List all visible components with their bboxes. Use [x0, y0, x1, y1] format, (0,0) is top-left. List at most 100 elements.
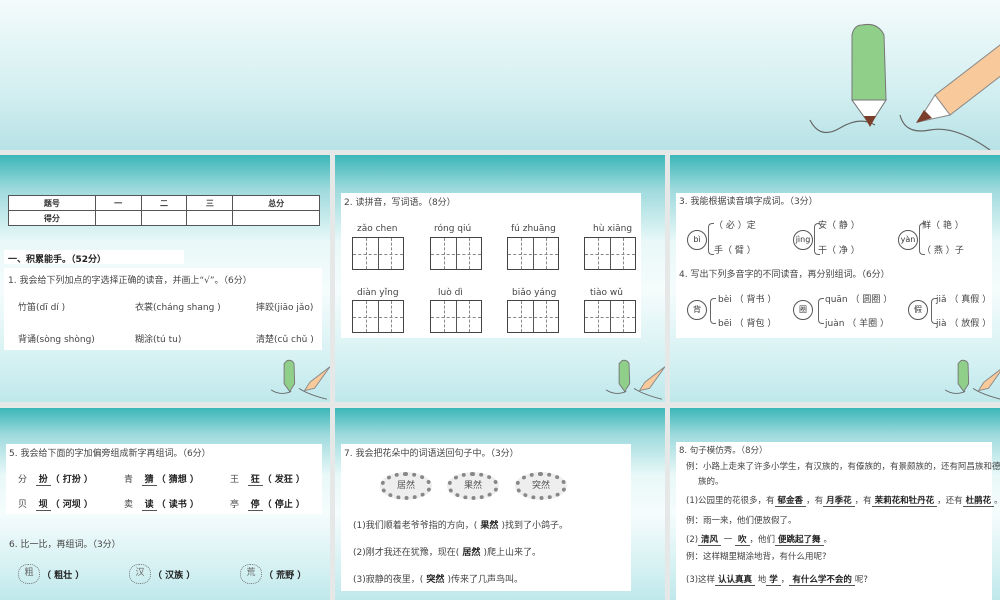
fill-word: 干（ 净 ）	[818, 246, 860, 256]
sentence-text: ，还有	[937, 496, 963, 506]
sentence: (3)寂静的夜里，( 突然 )传来了几声鸟叫。	[353, 572, 523, 585]
pinyin-label: zǎo chen	[357, 224, 398, 234]
writing-grid[interactable]	[352, 300, 404, 333]
pinyin-item: 背诵(sòng shòng)	[18, 335, 95, 345]
question-1: 1. 我会给下列加点的字选择正确的读音，并画上“√”。（6分）	[8, 276, 252, 286]
slide-4[interactable]: 5. 我会给下面的字加偏旁组成新字再组词。（6分） 分 扮（ 打扮 ） 青 猜（…	[0, 408, 330, 600]
answer-char: 停	[247, 500, 263, 511]
sentence-answer: 突然	[423, 575, 448, 585]
flower-char: 汉	[129, 564, 151, 584]
slide-5[interactable]: 7. 我会把花朵中的词语送回句子中。（3分） 居然 果然 突然 (1)我们顺着老…	[335, 408, 665, 600]
writing-grid[interactable]	[430, 237, 482, 270]
fill-word: 手（ 臂 ）	[714, 246, 756, 256]
polyphone-word: jià （ 放假 ）	[936, 319, 992, 329]
sentence-1: (1)公园里的花很多，有郁金香，有月季花，有茉莉花和牡丹花，还有杜鹃花。	[686, 494, 1000, 507]
sentence-text: ，有	[806, 496, 824, 506]
answer-word: （ 猜想 ）	[156, 475, 199, 485]
sentence-answer: 有什么学不会的	[789, 575, 855, 586]
pinyin-label: tiào wǔ	[590, 288, 623, 298]
sentence-text: )找到了小鸽子。	[501, 521, 569, 531]
base-char: 贝	[18, 500, 28, 510]
table-header: 一	[94, 195, 142, 211]
table-header: 二	[140, 195, 188, 211]
sentence-text: 。	[994, 496, 1000, 506]
sentence-text: ，有	[854, 496, 872, 506]
character-apple: 背	[687, 300, 707, 320]
fill-word: （ 必 ）定	[714, 221, 756, 231]
pencils-illustration	[942, 355, 1000, 400]
question-3: 3. 我能根据读音填字成词。（3分）	[679, 197, 818, 207]
example-text: 例：小路上走来了许多小学生，有汉族的，有傣族的，有景颇族的，还有阿昌族和德昂	[686, 462, 1000, 472]
radical-row-item: 分 扮（ 打扮 ）	[18, 472, 93, 486]
sentence: (2)刚才我还在犹豫，现在( 居然 )爬上山来了。	[353, 545, 541, 558]
slide-1[interactable]: 题号 一 二 三 总分 得分 一、积累能手。（52分） 1. 我会给下列加点的字…	[0, 155, 330, 402]
sentence-2: (2) 清风 一 吹，他们 便跳起了舞。	[686, 533, 832, 546]
row-label: 得分	[8, 210, 96, 226]
word-flower: 果然	[447, 472, 499, 500]
sentence-text: )传来了几声鸟叫。	[447, 575, 524, 585]
writing-grid[interactable]	[352, 237, 404, 270]
pinyin-item: 摔跤(jiāo jǎo)	[256, 303, 314, 313]
writing-grid[interactable]	[584, 300, 636, 333]
answer-word: （ 停止 ）	[262, 500, 305, 510]
answer-word: （ 发狂 ）	[262, 475, 305, 485]
sentence-text: 呢?	[854, 575, 868, 585]
pinyin-label: fú zhuāng	[511, 224, 556, 234]
answer-word: （ 读书 ）	[156, 500, 199, 510]
sentence-answer: 认认真真	[715, 575, 756, 586]
sentence-text: (3)寂静的夜里，(	[353, 575, 424, 585]
title-banner	[0, 0, 1000, 150]
example-text: 例：这样糊里糊涂地背，有什么用呢?	[686, 552, 827, 562]
pinyin-label: biǎo yáng	[512, 288, 557, 298]
question-5: 5. 我会给下面的字加偏旁组成新字再组词。（6分）	[9, 449, 211, 459]
sentence-text: (2)刚才我还在犹豫，现在(	[353, 548, 460, 558]
sentence-answer: 居然	[459, 548, 484, 558]
pinyin-item: 衣裳(cháng shang )	[135, 303, 221, 313]
answer-char: 读	[141, 500, 157, 511]
table-header: 总分	[232, 195, 320, 211]
base-char: 卖	[124, 500, 134, 510]
sentence-text: )爬上山来了。	[483, 548, 542, 558]
slide-2[interactable]: 2. 读拼音，写词语。（8分） zǎo chen róng qiú fú zhu…	[335, 155, 665, 402]
brace	[710, 298, 716, 324]
polyphone-word: juàn （ 羊圈 ）	[825, 319, 890, 329]
compare-word: （ 汉族 ）	[153, 571, 196, 581]
base-char: 王	[230, 475, 240, 485]
writing-grid[interactable]	[507, 300, 559, 333]
brace	[818, 298, 824, 324]
answer-char: 坝	[35, 500, 51, 511]
polyphone-word: quān （ 圆圈 ）	[825, 295, 893, 305]
question-7: 7. 我会把花朵中的词语送回句子中。（3分）	[344, 449, 519, 459]
slide-6[interactable]: 8. 句子模仿秀。（8分） 例：小路上走来了许多小学生，有汉族的，有傣族的，有景…	[670, 408, 1000, 600]
answer-word: （ 河坝 ）	[50, 500, 93, 510]
pinyin-label: diàn yǐng	[357, 288, 399, 298]
pinyin-item: 竹笛(dī dí )	[18, 303, 66, 313]
flower-char: 粗	[18, 564, 40, 584]
flower-char: 荒	[240, 564, 262, 584]
question-2: 2. 读拼音，写词语。（8分）	[344, 198, 456, 208]
writing-grid[interactable]	[430, 300, 482, 333]
sentence-answer: 学	[766, 575, 781, 586]
score-cell	[140, 210, 188, 226]
slide-3[interactable]: 3. 我能根据读音填字成词。（3分） bì （ 必 ）定 手（ 臂 ） jìng…	[670, 155, 1000, 402]
word-flower: 居然	[380, 472, 432, 500]
question-4: 4. 写出下列多音字的不同读音，再分别组词。（6分）	[679, 270, 890, 280]
sentence-text: (1)公园里的花很多，有	[686, 496, 775, 506]
answer-char: 狂	[247, 475, 263, 486]
radical-row-item: 王 狂（ 发狂 ）	[230, 472, 305, 486]
compare-word: （ 荒野 ）	[264, 571, 307, 581]
sentence-answer: 吹	[734, 535, 750, 546]
radical-row-item: 青 猜（ 猜想 ）	[124, 472, 199, 486]
writing-grid[interactable]	[584, 237, 636, 270]
sentence-answer: 茉莉花和牡丹花	[871, 496, 938, 507]
radical-row-item: 贝 坝（ 河坝 ）	[18, 497, 93, 511]
table-header: 三	[186, 195, 234, 211]
word-flower: 突然	[515, 472, 567, 500]
score-cell	[232, 210, 320, 226]
pinyin-item: 糊涂(tú tu)	[135, 335, 182, 345]
table-header: 题号	[8, 195, 96, 211]
writing-grid[interactable]	[507, 237, 559, 270]
pinyin-label: luò dì	[438, 288, 463, 298]
polyphone-word: bēi （ 背包 ）	[718, 319, 777, 329]
sentence-text: (2)	[686, 535, 699, 545]
